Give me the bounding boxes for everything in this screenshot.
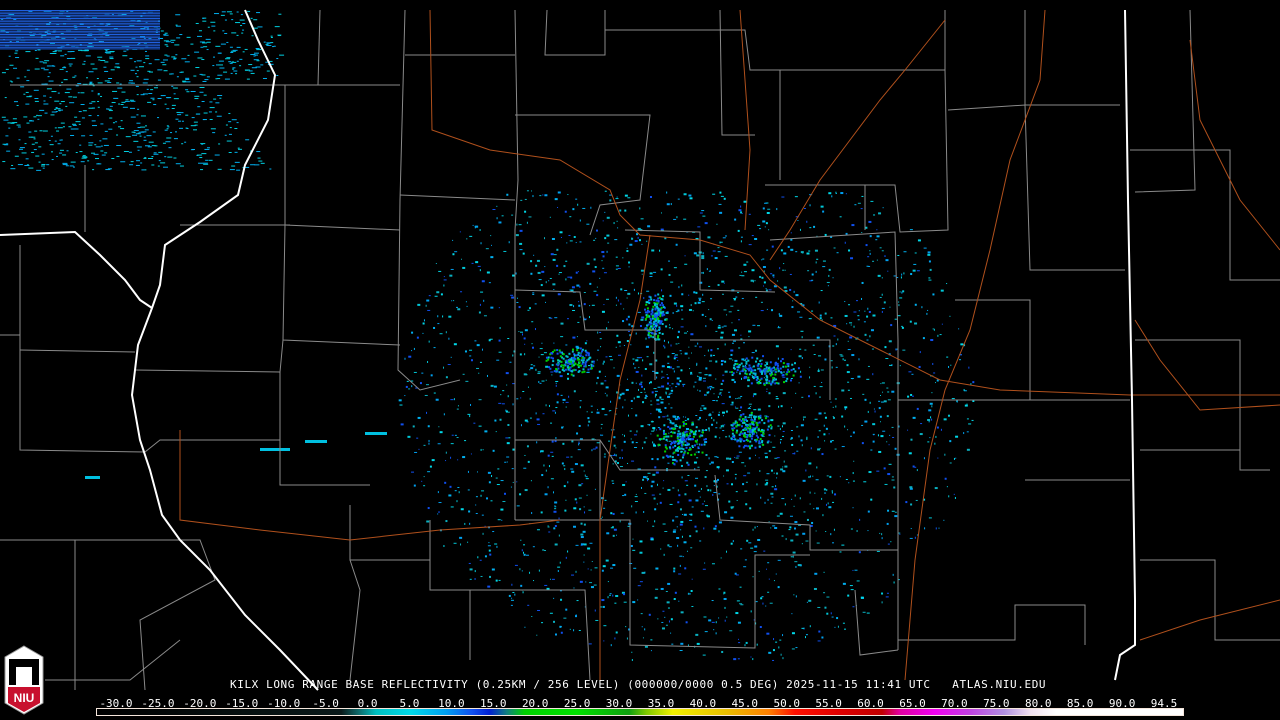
rivers [179, 9, 1280, 681]
product-title: KILX LONG RANGE BASE REFLECTIVITY (0.25K… [230, 678, 1047, 691]
radar-map [0, 9, 1280, 691]
reflectivity-colorbar [96, 708, 1184, 716]
county-borders [0, 9, 1280, 691]
reflectivity-echoes [0, 10, 975, 662]
state-borders [0, 9, 1136, 691]
